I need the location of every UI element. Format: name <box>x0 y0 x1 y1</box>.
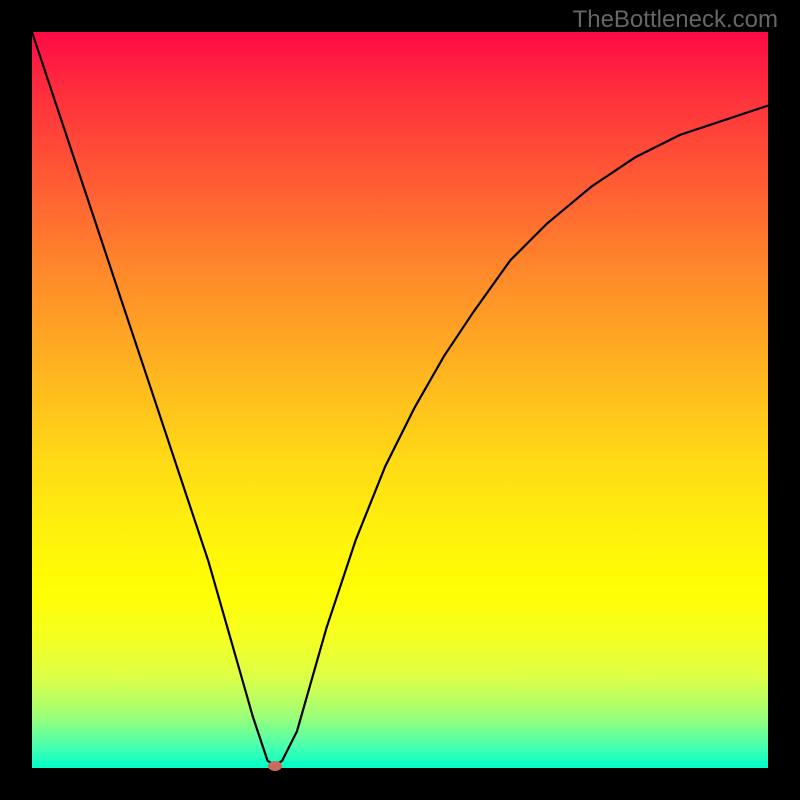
chart-curve <box>32 32 768 768</box>
watermark-label: TheBottleneck.com <box>573 6 778 34</box>
chart-plot-area <box>32 32 768 768</box>
chart-min-marker <box>268 761 282 771</box>
